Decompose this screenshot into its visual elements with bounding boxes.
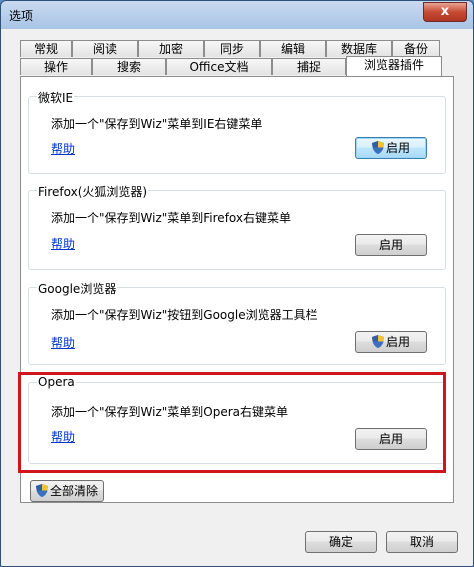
highlight-box (18, 372, 446, 473)
enable-ie-button[interactable]: 启用 (355, 137, 427, 159)
cancel-button[interactable]: 取消 (386, 531, 458, 553)
title-bar[interactable]: 选项 x (1, 1, 473, 29)
tab-encrypt[interactable]: 加密 (138, 40, 204, 57)
group-ie: 微软IE 添加一个"保存到Wiz"菜单到IE右键菜单 帮助 启用 (28, 89, 446, 174)
tab-capture[interactable]: 捕捉 (272, 58, 346, 75)
tab-office-docs[interactable]: Office文档 (166, 58, 272, 75)
tab-browser-plugins[interactable]: 浏览器插件 (346, 56, 442, 76)
uac-shield-icon (371, 335, 384, 348)
uac-shield-icon (35, 484, 48, 497)
tab-backup[interactable]: 备份 (392, 40, 440, 57)
group-firefox-title: Firefox(火狐浏览器) (37, 183, 149, 200)
group-firefox: Firefox(火狐浏览器) 添加一个"保存到Wiz"菜单到Firefox右键菜… (28, 183, 446, 270)
help-link-ie[interactable]: 帮助 (51, 140, 75, 157)
close-icon: x (440, 4, 450, 19)
tab-search[interactable]: 搜索 (92, 58, 166, 75)
help-link-google[interactable]: 帮助 (51, 334, 75, 351)
group-ie-description: 添加一个"保存到Wiz"菜单到IE右键菜单 (51, 117, 263, 131)
close-button[interactable]: x (423, 2, 467, 22)
window-title: 选项 (9, 9, 34, 23)
enable-firefox-button[interactable]: 启用 (355, 234, 427, 256)
help-link-firefox[interactable]: 帮助 (51, 235, 75, 252)
group-firefox-description: 添加一个"保存到Wiz"菜单到Firefox右键菜单 (51, 211, 291, 225)
tab-sync[interactable]: 同步 (204, 40, 260, 57)
group-google-description: 添加一个"保存到Wiz"按钮到Google浏览器工具栏 (51, 308, 318, 322)
tab-read[interactable]: 阅读 (72, 40, 138, 57)
group-google-title: Google浏览器 (37, 280, 118, 297)
clear-all-button[interactable]: 全部清除 (30, 480, 104, 502)
tab-database[interactable]: 数据库 (326, 40, 392, 57)
tab-edit[interactable]: 编辑 (260, 40, 326, 57)
tab-general[interactable]: 常规 (20, 40, 72, 57)
group-ie-title: 微软IE (37, 89, 75, 106)
group-google: Google浏览器 添加一个"保存到Wiz"按钮到Google浏览器工具栏 帮助… (28, 280, 446, 365)
uac-shield-icon (371, 141, 384, 154)
enable-google-button[interactable]: 启用 (355, 331, 427, 353)
tab-operation[interactable]: 操作 (20, 58, 92, 75)
ok-button[interactable]: 确定 (305, 531, 377, 553)
